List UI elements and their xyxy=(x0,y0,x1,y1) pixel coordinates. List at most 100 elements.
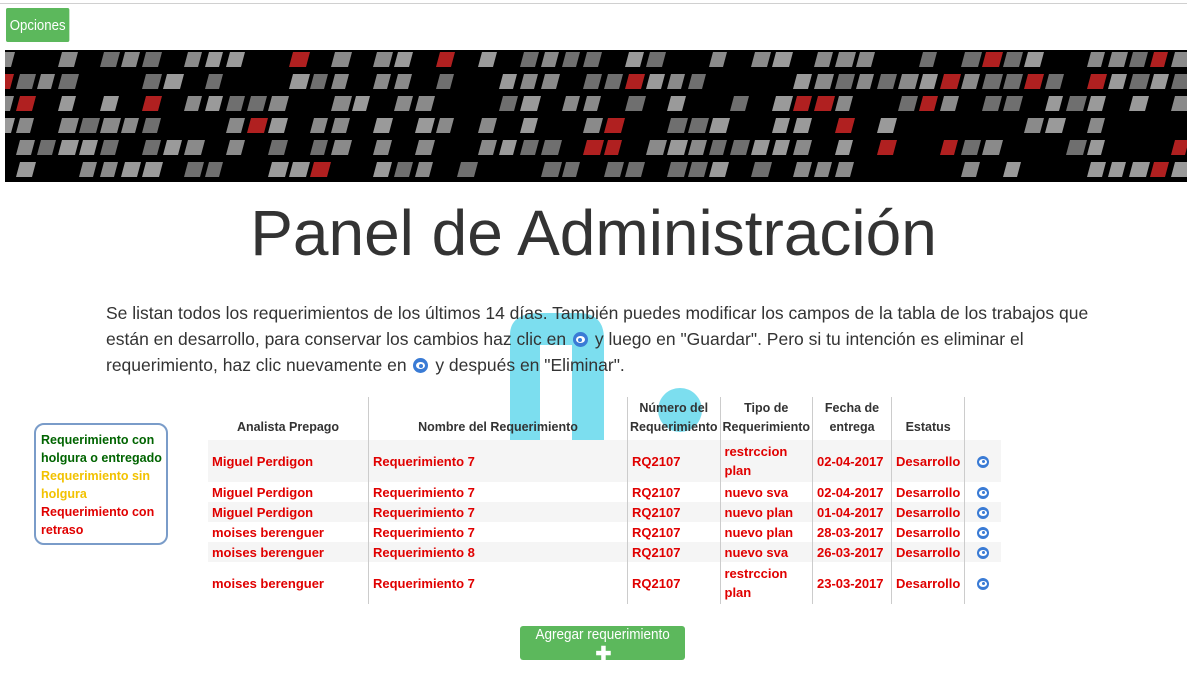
cell-analyst: moises berenguer xyxy=(212,575,324,591)
banner-tile xyxy=(520,74,538,89)
banner-tile xyxy=(16,140,35,155)
legend-yellow: Requerimiento sin holgura xyxy=(41,469,151,501)
options-button[interactable]: Opciones xyxy=(6,8,70,42)
cell-date: 02-04-2017 xyxy=(812,482,892,502)
header-type: Tipo de Requerimiento xyxy=(719,397,813,440)
banner-tile xyxy=(667,118,688,133)
banner-tile xyxy=(709,140,727,155)
banner-tile xyxy=(184,52,202,67)
banner-tile xyxy=(1129,162,1150,177)
banner-tile xyxy=(331,96,352,111)
banner-tile xyxy=(919,74,938,89)
view-edit-button[interactable] xyxy=(964,542,1002,562)
banner-tile xyxy=(142,74,162,89)
banner-tile xyxy=(961,52,982,67)
cell-name: Requerimiento 7 xyxy=(368,482,628,502)
eye-icon xyxy=(413,358,429,373)
header-actions xyxy=(964,397,1002,440)
eye-icon xyxy=(572,332,588,347)
eye-icon[interactable] xyxy=(977,526,990,539)
banner-tile xyxy=(709,52,727,67)
banner-tile xyxy=(667,96,686,111)
banner-tile xyxy=(1045,96,1063,111)
view-edit-button[interactable] xyxy=(964,522,1002,542)
banner-tile xyxy=(100,52,120,67)
banner-pattern xyxy=(5,52,1187,177)
banner-tile xyxy=(499,74,517,89)
banner-tile xyxy=(961,74,980,89)
banner-tile xyxy=(79,162,97,177)
banner-tile xyxy=(352,96,370,111)
banner-tile xyxy=(772,140,790,155)
cell-number: RQ2107 xyxy=(627,440,720,482)
view-edit-button[interactable] xyxy=(964,440,1002,482)
cell-analyst: Miguel Perdigon xyxy=(208,440,369,482)
view-edit-button[interactable] xyxy=(964,502,1002,522)
banner-tile xyxy=(478,52,497,67)
cell-number: RQ2107 xyxy=(627,522,720,542)
banner-tile xyxy=(289,74,310,89)
banner-tile xyxy=(58,52,78,67)
banner-tile xyxy=(1150,52,1168,67)
cell-number: RQ2107 xyxy=(627,482,720,502)
banner-tile xyxy=(604,74,623,89)
cell-type: nuevo plan xyxy=(719,522,813,542)
eye-icon[interactable] xyxy=(977,506,990,519)
table-header-row: Analista Prepago Nombre del Requerimient… xyxy=(208,397,1002,440)
banner-tile xyxy=(562,162,580,177)
banner-tile xyxy=(1087,140,1105,155)
plus-icon: ✚ xyxy=(595,644,612,665)
table-row: Miguel Perdigon Requerimiento 7 RQ2107 n… xyxy=(208,482,1002,502)
banner-tile xyxy=(982,52,1003,67)
banner-tile xyxy=(1087,118,1105,133)
banner-tile xyxy=(100,118,121,133)
view-edit-button[interactable] xyxy=(964,562,1002,604)
banner-tile xyxy=(1003,52,1023,67)
cell-status: Desarrollo xyxy=(891,502,965,522)
banner-tile xyxy=(184,162,204,177)
cell-analyst: moises berenguer xyxy=(212,524,324,540)
banner-tile xyxy=(205,162,223,177)
banner-tile xyxy=(478,118,497,133)
cell-number: RQ2107 xyxy=(627,502,720,522)
banner-tile xyxy=(940,96,959,111)
cell-status: Desarrollo xyxy=(891,522,965,542)
banner-tile xyxy=(877,140,897,155)
banner-tile xyxy=(1024,118,1044,133)
banner-tile xyxy=(373,118,393,133)
banner-tile xyxy=(163,140,182,155)
banner-image xyxy=(5,50,1187,182)
banner-tile xyxy=(709,118,730,133)
banner-tile xyxy=(373,52,393,67)
eye-icon[interactable] xyxy=(977,486,990,499)
banner-tile xyxy=(268,140,288,155)
cell-type: restrccion plan xyxy=(719,562,813,604)
eye-icon[interactable] xyxy=(977,455,990,468)
banner-tile xyxy=(415,140,435,155)
add-requirement-button[interactable]: Agregar requerimiento ✚ xyxy=(520,626,685,665)
cell-type: nuevo sva xyxy=(719,542,813,562)
banner-tile xyxy=(793,74,812,89)
banner-tile xyxy=(688,118,709,133)
banner-tile xyxy=(982,96,1002,111)
banner-tile xyxy=(835,52,856,67)
view-edit-button[interactable] xyxy=(964,482,1002,502)
banner-tile xyxy=(499,96,518,111)
banner-tile xyxy=(898,96,918,111)
banner-tile xyxy=(1087,162,1106,177)
banner-tile xyxy=(1045,74,1064,89)
banner-tile xyxy=(772,52,793,67)
banner-tile xyxy=(814,74,834,89)
banner-tile xyxy=(1108,52,1128,67)
banner-tile xyxy=(247,118,268,133)
banner-tile xyxy=(856,74,874,89)
status-legend: Requerimiento con holgura o entregado Re… xyxy=(34,423,168,545)
banner-tile xyxy=(478,140,497,155)
banner-tile xyxy=(814,52,833,67)
banner-tile xyxy=(415,118,435,133)
eye-icon[interactable] xyxy=(977,546,990,559)
banner-tile xyxy=(268,162,289,177)
banner-tile xyxy=(394,162,413,177)
eye-icon[interactable] xyxy=(977,577,990,590)
banner-tile xyxy=(1024,52,1044,67)
